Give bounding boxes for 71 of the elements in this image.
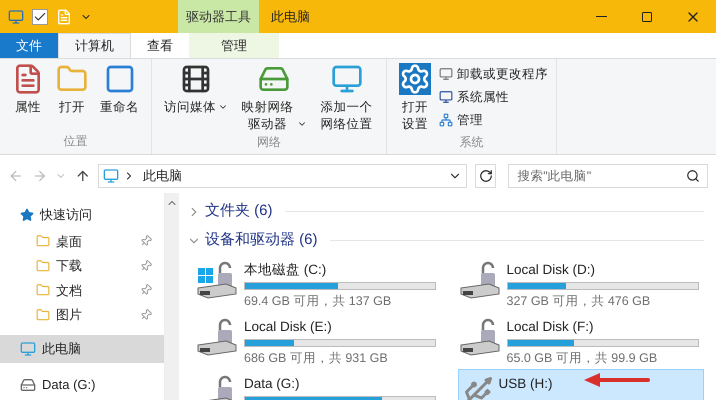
nav-item[interactable]: 此电脑 xyxy=(0,335,164,363)
checkbox-icon[interactable] xyxy=(32,8,48,24)
ribbon-small-button[interactable]: 卸载或更改程序 xyxy=(439,65,548,84)
drive-icon xyxy=(20,377,36,393)
maximize-icon xyxy=(641,10,653,22)
nav-item[interactable]: 文档 xyxy=(0,278,164,302)
ribbon-tab[interactable]: 管理 xyxy=(189,33,279,58)
address-field[interactable]: 此电脑 xyxy=(98,164,467,188)
folder-icon xyxy=(36,258,50,273)
group-label: 网络 xyxy=(257,134,281,151)
locked-drive-icon xyxy=(458,260,502,300)
nav-item[interactable]: 图片 xyxy=(0,302,164,327)
nav-item[interactable]: 桌面 xyxy=(0,229,164,254)
folder-icon xyxy=(36,283,50,298)
group-header[interactable]: 文件夹 (6) xyxy=(187,200,272,223)
computer-icon xyxy=(8,8,24,24)
ribbon-tab[interactable]: 文件 xyxy=(0,33,58,58)
nav-item[interactable]: Data (G:) xyxy=(0,371,164,399)
film-icon xyxy=(180,63,212,95)
folder-icon xyxy=(36,234,50,248)
drive-name: Local Disk (F:) xyxy=(506,318,594,336)
settings-icon xyxy=(399,63,431,95)
search-field[interactable]: 搜索"此电脑" xyxy=(508,164,708,188)
up-icon[interactable] xyxy=(74,168,90,184)
window-title: 此电脑 xyxy=(270,8,311,26)
ribbon-button[interactable]: 访问媒体 xyxy=(160,63,232,133)
nav-item[interactable]: 下载 xyxy=(0,254,164,278)
drive-usage-text: 65.0 GB 可用，共 99.9 GB xyxy=(506,350,658,368)
ribbon-button[interactable]: 重命名 xyxy=(96,63,143,132)
address-path: 此电脑 xyxy=(143,167,182,186)
ribbon-button[interactable]: 添加一个网络位置 xyxy=(315,63,378,133)
ribbon-small-button[interactable]: 系统属性 xyxy=(439,88,548,106)
refresh-button[interactable] xyxy=(474,164,496,188)
computer-icon xyxy=(103,168,120,184)
ribbon-button[interactable]: 属性 xyxy=(8,63,48,132)
star-icon xyxy=(20,208,34,222)
group-label: 位置 xyxy=(64,133,88,150)
ribbon-button[interactable]: 映射网络驱动器 xyxy=(236,63,311,133)
search-icon[interactable] xyxy=(686,169,700,183)
monitor-icon xyxy=(330,63,362,95)
group-label: 系统 xyxy=(460,134,484,151)
drive-tile[interactable]: USB (H:) xyxy=(458,369,704,400)
drive-usage-text: 69.4 GB 可用，共 137 GB xyxy=(244,293,392,310)
nav-item[interactable]: 快速访问 xyxy=(0,201,164,229)
ribbon-button[interactable]: 打开 xyxy=(52,63,92,132)
drive-tile[interactable]: 本地磁盘 (C:) 69.4 GB 可用，共 137 GB xyxy=(195,255,442,312)
drive-tile[interactable]: Local Disk (E:) 686 GB 可用，共 931 GB xyxy=(195,312,442,369)
ribbon-tab[interactable]: 计算机 xyxy=(58,33,131,58)
ribbon-button[interactable]: 打开设置 xyxy=(395,63,435,133)
drive-name: Local Disk (E:) xyxy=(244,318,332,336)
drive-tile[interactable]: Local Disk (D:) 327 GB 可用，共 476 GB xyxy=(458,255,704,312)
drive-tile[interactable]: Local Disk (F:) 65.0 GB 可用，共 99.9 GB xyxy=(458,312,704,369)
folder-icon xyxy=(36,308,50,322)
drive-tile[interactable]: Data (G:) xyxy=(195,369,442,400)
ribbon-small-button[interactable]: 管理 xyxy=(439,110,548,130)
network-icon xyxy=(439,112,453,127)
monitor-icon xyxy=(439,67,453,82)
refresh-icon xyxy=(478,169,493,183)
ribbon-tab[interactable]: 查看 xyxy=(131,33,189,58)
drive-name: Local Disk (D:) xyxy=(506,261,596,279)
drive-name: USB (H:) xyxy=(498,375,552,393)
drive-usage-text: 686 GB 可用，共 931 GB xyxy=(244,350,388,368)
monitor-icon xyxy=(439,90,453,104)
drive-name: 本地磁盘 (C:) xyxy=(244,261,326,279)
drive-usage-text: 327 GB 可用，共 476 GB xyxy=(506,293,650,310)
minimize-icon xyxy=(596,16,606,17)
locked-drive-icon xyxy=(458,317,502,357)
group-header[interactable]: 设备和驱动器 (6) xyxy=(187,229,318,252)
context-tab-label: 驱动器工具 xyxy=(178,0,259,33)
computer-icon xyxy=(20,341,36,357)
drive-name: Data (G:) xyxy=(244,375,300,393)
